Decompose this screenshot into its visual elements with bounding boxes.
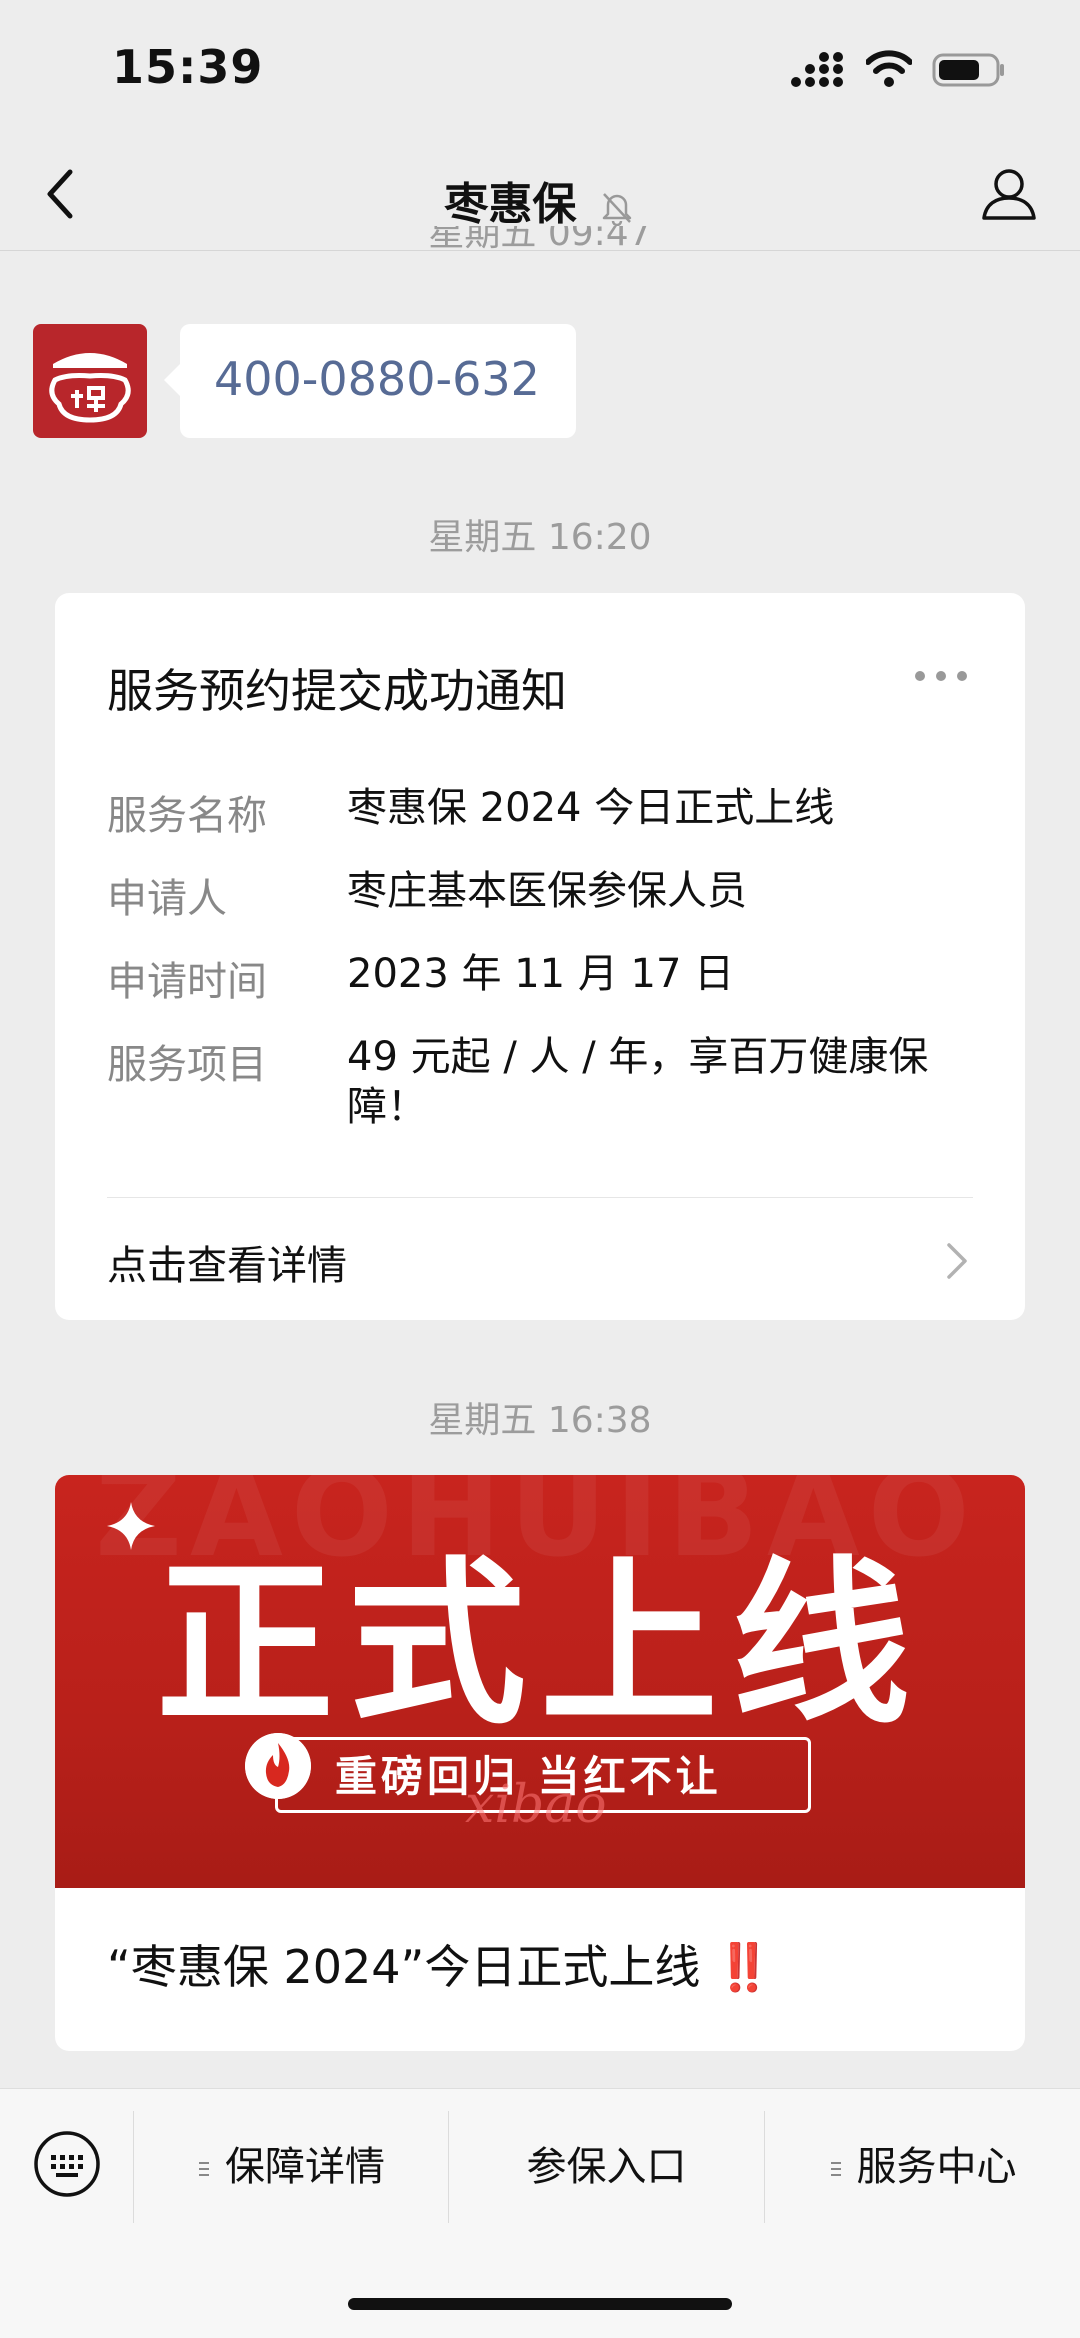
status-bar: 15:39 [0,0,1080,140]
submenu-list-icon [199,2162,209,2176]
card-divider [107,1197,973,1198]
timestamp: 星期五 16:20 [428,517,652,558]
double-exclamation-icon: ‼️ [714,1940,773,1994]
field-value-service-item: 49 元起 / 人 / 年，享百万健康保障！ [347,1034,929,1130]
submenu-list-icon [830,2162,841,2176]
menu-label: 参保入口 [526,2144,687,2190]
more-icon[interactable] [913,669,969,683]
chevron-right-icon [947,1243,967,1279]
menu-service-center[interactable]: 服务中心 [765,2111,1080,2223]
field-label-service-name: 服务名称 [107,793,267,839]
wifi-icon [866,50,912,87]
menu-label: 服务中心 [856,2144,1017,2190]
home-indicator[interactable] [348,2298,732,2310]
message-bubble: 400-0880-632 [164,324,576,438]
article-title-text: “枣惠保 2024”今日正式上线 [107,1940,701,1994]
chat-title-text: 枣惠保 [444,179,577,230]
timestamp-cut: 星期五 09:47 [428,226,652,254]
chat-title: 枣惠保 [0,168,1080,232]
field-value-apply-time: 2023 年 11 月 17 日 [347,951,735,997]
battery-icon [932,53,1004,87]
banner-script-text: xibao [465,1775,607,1835]
field-label-apply-time: 申请时间 [107,959,267,1005]
official-account-avatar[interactable] [33,324,147,438]
timestamp: 星期五 16:38 [428,1400,652,1441]
mute-bell-icon [602,193,631,226]
article-banner-image: ZAOHUIBAO 正式上线 重磅回归 当红不让 xibao [55,1475,1025,1888]
cellular-signal-icon [791,52,843,87]
flame-icon [245,1733,311,1799]
field-value-service-name: 枣惠保 2024 今日正式上线 [347,785,835,831]
view-details-link[interactable]: 点击查看详情 [107,1233,347,1291]
service-notification-card[interactable]: 服务预约提交成功通知 服务名称 枣惠保 2024 今日正式上线 申请人 枣庄基本… [55,593,1025,1320]
brand-logo-icon [49,353,131,423]
keyboard-toggle-icon[interactable] [32,2129,102,2199]
article-card[interactable]: ZAOHUIBAO 正式上线 重磅回归 当红不让 xibao “枣惠保 2024… [55,1475,1025,2051]
menu-enroll-entry[interactable]: 参保入口 [449,2111,764,2223]
profile-icon[interactable] [978,162,1040,224]
field-value-applicant: 枣庄基本医保参保人员 [347,868,747,914]
menu-label: 保障详情 [225,2144,385,2190]
field-label-service-item: 服务项目 [107,1042,267,1088]
menu-coverage-details[interactable]: 保障详情 [134,2111,448,2223]
article-title: “枣惠保 2024”今日正式上线 ‼️ [107,1931,772,1997]
status-time: 15:39 [112,40,264,94]
banner-headline: 正式上线 [156,1541,924,1748]
phone-number-link[interactable]: 400-0880-632 [214,352,540,406]
field-label-applicant: 申请人 [107,876,227,922]
card-title: 服务预约提交成功通知 [107,664,567,718]
